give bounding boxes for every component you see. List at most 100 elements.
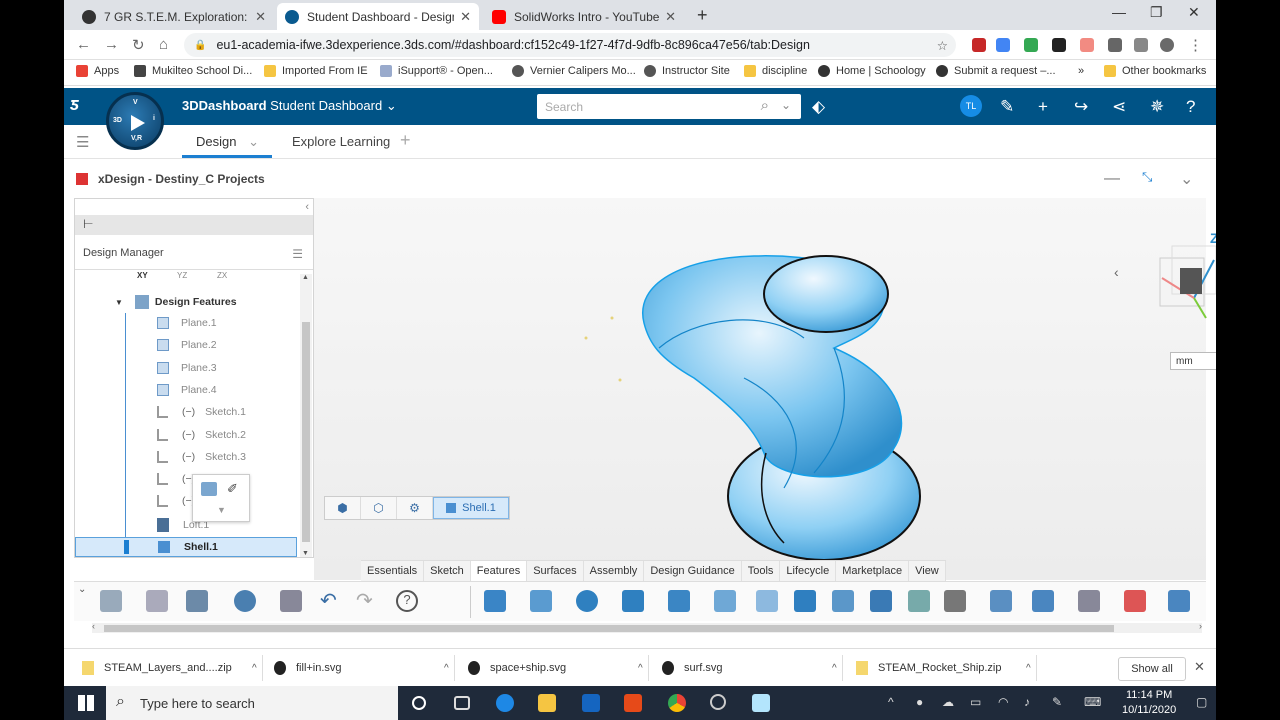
scroll-right-icon[interactable]: › bbox=[1199, 621, 1202, 631]
bookmark-vernier[interactable]: Vernier Calipers Mo... bbox=[512, 65, 636, 77]
taskbar-search-input[interactable]: ⌕ Type here to search bbox=[106, 686, 398, 720]
taskbar-clock[interactable]: 11:14 PM 10/11/2020 bbox=[1122, 688, 1176, 718]
bookmark-other[interactable]: Other bookmarks bbox=[1104, 65, 1206, 77]
delete-face-icon[interactable] bbox=[1124, 590, 1146, 612]
menu-icon[interactable]: ⋮ bbox=[1188, 36, 1203, 54]
command-tab-assembly[interactable]: Assembly bbox=[584, 561, 645, 581]
url-field[interactable]: 🔒 eu1-academia-ifwe.3dexperience.3ds.com… bbox=[184, 33, 956, 57]
close-window-icon[interactable]: ✕ bbox=[1188, 4, 1200, 21]
bookmark-instructor[interactable]: Instructor Site bbox=[644, 65, 730, 77]
bookmark-isupport[interactable]: iSupport® - Open... bbox=[380, 65, 493, 77]
help-icon[interactable]: ? bbox=[1186, 97, 1195, 117]
scroll-left-icon[interactable]: ‹ bbox=[92, 621, 95, 631]
chevron-left-icon[interactable]: ‹ bbox=[1114, 264, 1119, 280]
search-input[interactable]: Search ⌕ ⌄ bbox=[537, 94, 801, 119]
dashboard-title[interactable]: 3DDashboard Student Dashboard ⌄ bbox=[182, 98, 397, 114]
part-icon[interactable]: ⬢ bbox=[325, 497, 361, 519]
expand-arrow-icon[interactable]: ▼ bbox=[115, 298, 123, 307]
mirror-icon[interactable] bbox=[908, 590, 930, 612]
sweep-icon[interactable] bbox=[622, 590, 644, 612]
collaborate-icon[interactable] bbox=[280, 590, 302, 612]
app-icon[interactable] bbox=[624, 694, 642, 712]
reading-list-icon[interactable] bbox=[1134, 38, 1148, 52]
command-tab-design-guidance[interactable]: Design Guidance bbox=[644, 561, 742, 581]
sketch-visibility-icon[interactable]: (−) bbox=[182, 429, 195, 441]
bookmark-discipline[interactable]: discipline bbox=[744, 65, 807, 77]
new-tab-button[interactable]: + bbox=[697, 5, 708, 26]
task-view-icon[interactable] bbox=[454, 696, 470, 710]
tree-item-plane[interactable]: Plane.2 bbox=[157, 339, 217, 352]
tree-item-plane[interactable]: Plane.1 bbox=[157, 317, 217, 329]
bookmark-mukilteo[interactable]: Mukilteo School Di... bbox=[134, 65, 252, 77]
minimize-icon[interactable]: — bbox=[1112, 4, 1126, 20]
tree-root-design-features[interactable]: ▼ Design Features bbox=[115, 295, 237, 309]
tree-item-shell-selected[interactable]: Shell.1 bbox=[75, 537, 297, 557]
tree-item-plane[interactable]: Plane.3 bbox=[157, 361, 217, 374]
sketch-visibility-icon[interactable]: (−) bbox=[182, 406, 195, 418]
help-icon[interactable]: ? bbox=[396, 590, 418, 612]
tab-design[interactable]: Design ⌄ bbox=[196, 134, 259, 150]
tree-scrollbar[interactable]: ▲ ▼ bbox=[300, 274, 312, 557]
extension-icon[interactable] bbox=[972, 38, 986, 52]
scrollbar-thumb[interactable] bbox=[104, 625, 1114, 632]
command-tab-surfaces[interactable]: Surfaces bbox=[527, 561, 584, 581]
download-item[interactable]: fill+in.svg ^ bbox=[274, 661, 449, 675]
command-tab-features[interactable]: Features bbox=[470, 561, 528, 581]
tree-item-sketch[interactable]: (−) Sketch.1 bbox=[157, 406, 246, 419]
minimize-icon[interactable]: — bbox=[1104, 170, 1120, 188]
extrude-icon[interactable] bbox=[484, 590, 506, 612]
chevron-down-icon[interactable]: ⌄ bbox=[781, 98, 791, 112]
part-dropdown-icon[interactable] bbox=[100, 590, 122, 612]
edge-icon[interactable] bbox=[496, 694, 514, 712]
volume-icon[interactable]: ♪ bbox=[1024, 695, 1030, 709]
edit-sketch-icon[interactable]: ✐ bbox=[227, 481, 238, 497]
download-item[interactable]: surf.svg ^ bbox=[662, 661, 837, 675]
shell-context-button[interactable]: Shell.1 bbox=[433, 497, 509, 519]
add-icon[interactable]: + bbox=[1038, 97, 1048, 117]
tray-chevron-icon[interactable]: ^ bbox=[888, 695, 894, 709]
loft-icon[interactable] bbox=[668, 590, 690, 612]
battery-icon[interactable]: ▭ bbox=[970, 695, 981, 709]
bookmarks-overflow[interactable]: » bbox=[1078, 65, 1084, 77]
command-tab-sketch[interactable]: Sketch bbox=[424, 561, 471, 581]
keyboard-icon[interactable]: ⌨ bbox=[1084, 695, 1101, 709]
browser-tab-dashboard[interactable]: Student Dashboard - Design ✕ bbox=[277, 3, 479, 30]
cortana-icon[interactable] bbox=[412, 696, 426, 710]
hamburger-icon[interactable]: ☰ bbox=[292, 247, 303, 261]
close-icon[interactable]: ✕ bbox=[255, 9, 266, 25]
browser-tab-stem[interactable]: 7 GR S.T.E.M. Exploration: 7 GR S ✕ bbox=[74, 3, 274, 30]
3ds-logo-icon[interactable]: ƽ bbox=[70, 94, 79, 115]
network-icon[interactable]: ⋖ bbox=[1112, 97, 1126, 117]
view-cube[interactable]: Z bbox=[1150, 230, 1216, 328]
redo-icon[interactable]: ↷ bbox=[356, 588, 378, 612]
command-tab-lifecycle[interactable]: Lifecycle bbox=[780, 561, 837, 581]
command-tab-essentials[interactable]: Essentials bbox=[361, 561, 425, 581]
boolean-icon[interactable] bbox=[1032, 590, 1054, 612]
compass-icon[interactable]: V 3D i V,R bbox=[106, 92, 164, 150]
tree-item-plane[interactable]: Plane.4 bbox=[157, 383, 217, 396]
draft-icon[interactable] bbox=[832, 590, 854, 612]
bookmark-star-icon[interactable]: ☆ bbox=[937, 38, 948, 53]
app-icon[interactable] bbox=[710, 694, 726, 710]
download-item[interactable]: space+ship.svg ^ bbox=[468, 661, 643, 675]
avatar[interactable]: TL bbox=[960, 95, 982, 117]
save-icon[interactable] bbox=[186, 590, 208, 612]
chevron-up-icon[interactable]: ^ bbox=[1026, 663, 1031, 674]
split-icon[interactable] bbox=[990, 590, 1012, 612]
toolbar-scrollbar[interactable]: ‹ › bbox=[92, 621, 1202, 633]
fillet-icon[interactable] bbox=[714, 590, 736, 612]
compose-icon[interactable]: ✎ bbox=[1000, 97, 1014, 117]
collapse-icon[interactable]: ⤡ bbox=[1142, 169, 1152, 185]
share-icon[interactable]: ↪ bbox=[1074, 97, 1088, 117]
close-icon[interactable]: ✕ bbox=[460, 9, 471, 25]
sidebar-toggle-icon[interactable]: ☰ bbox=[76, 133, 89, 151]
bookmark-apps[interactable]: Apps bbox=[76, 65, 119, 77]
file-explorer-icon[interactable] bbox=[538, 694, 556, 712]
extension-icon[interactable] bbox=[1080, 38, 1094, 52]
home-icon[interactable]: ⌂ bbox=[159, 36, 168, 53]
app-icon[interactable] bbox=[752, 694, 770, 712]
outlook-icon[interactable] bbox=[582, 694, 600, 712]
scroll-up-icon[interactable]: ▲ bbox=[302, 274, 309, 281]
restore-icon[interactable]: ❐ bbox=[1150, 4, 1163, 21]
onedrive-icon[interactable]: ☁ bbox=[942, 695, 954, 709]
